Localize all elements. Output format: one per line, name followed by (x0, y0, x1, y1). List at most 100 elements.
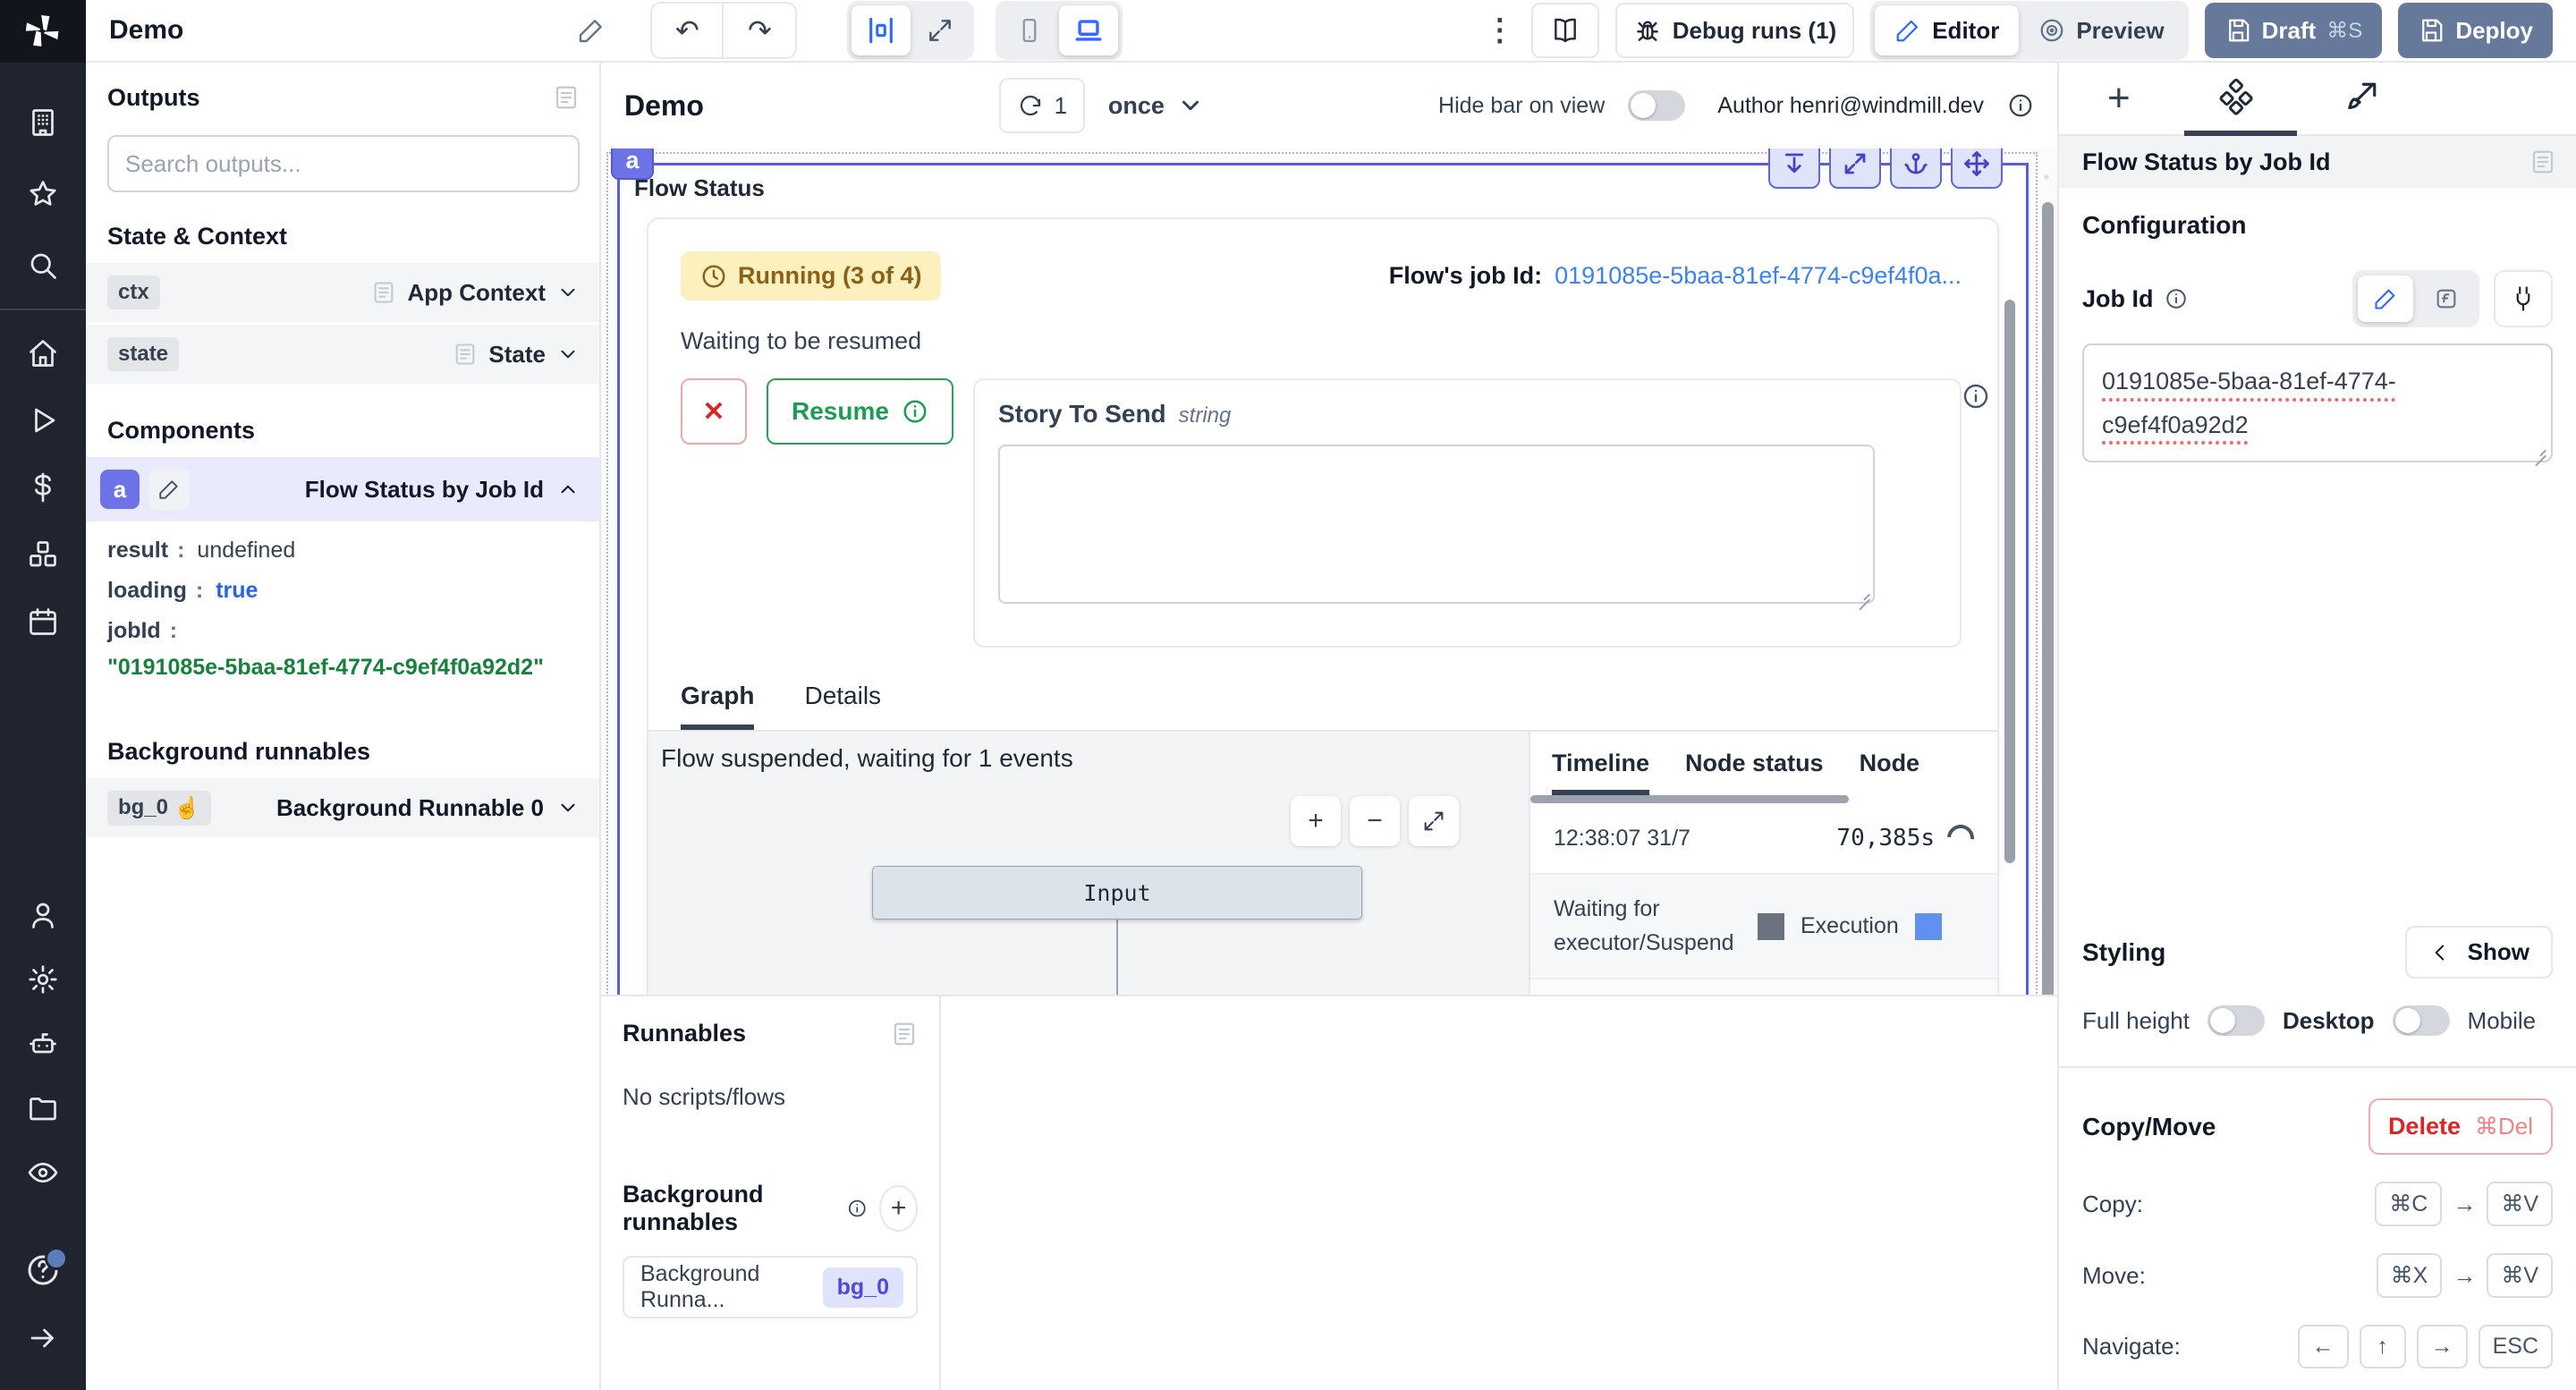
add-background-runnable-button[interactable]: + (879, 1185, 918, 1232)
mobile-view-button[interactable] (1000, 5, 1059, 55)
static-input-pencil-button[interactable] (2358, 275, 2413, 322)
flow-node-input[interactable]: Input (872, 866, 1362, 920)
tab-details[interactable]: Details (804, 682, 881, 730)
component-log-icon[interactable] (2529, 148, 2556, 175)
refresh-count-box[interactable]: 1 (999, 78, 1085, 133)
zoom-out-button[interactable]: − (1350, 796, 1400, 846)
selected-component[interactable]: a Flow Status Running (3 of 4) Flow's jo… (617, 163, 2029, 995)
runnables-log-icon[interactable] (891, 1021, 918, 1047)
editor-middle: Demo 1 once Hide bar on view Author henr… (601, 63, 2057, 1390)
layout-toggle-group (847, 1, 974, 60)
eval-input-fx-button[interactable] (2419, 275, 2474, 322)
flow-status-card: Running (3 of 4) Flow's job Id: 0191085e… (647, 217, 1999, 995)
kebab-menu-icon[interactable]: ⋮ (1485, 13, 1515, 48)
preview-tab[interactable]: Preview (2019, 5, 2183, 55)
job-id-input[interactable]: 0191085e-5baa-81ef-4774- c9ef4f0a92d2 (2082, 343, 2553, 462)
form-info-icon[interactable] (1962, 382, 1990, 411)
insert-component-tab[interactable]: + (2107, 76, 2131, 121)
flow-tabs: Graph Details (648, 648, 1997, 732)
hide-bar-toggle[interactable] (1628, 90, 1685, 121)
state-row[interactable]: state State (86, 325, 599, 384)
move-icon[interactable] (1951, 148, 2003, 189)
component-a-badge: a (100, 470, 140, 509)
debug-runs-button[interactable]: Debug runs (1) (1615, 3, 1854, 58)
background-runnable-item[interactable]: Background Runna... bg_0 (623, 1256, 918, 1318)
flow-job-id-link[interactable]: 0191085e-5baa-81ef-4774-c9ef4f0a... (1555, 262, 1962, 290)
variables-dollar-icon[interactable] (27, 471, 59, 504)
settings-gear-icon[interactable] (27, 963, 59, 996)
audit-eye-icon[interactable] (27, 1157, 59, 1189)
favorites-star-icon[interactable] (27, 178, 59, 210)
canvas-scrollbar[interactable] (2042, 202, 2054, 995)
flow-job-id-label: Flow's job Id: (1389, 262, 1542, 290)
component-scrollbar[interactable] (2004, 300, 2015, 863)
full-height-toggle[interactable] (2207, 1005, 2265, 1036)
component-props: result:undefined loading:true jobId:"019… (86, 521, 599, 702)
workspace-building-icon[interactable] (27, 106, 59, 139)
theme-brush-tab[interactable] (2342, 80, 2379, 117)
schedules-calendar-icon[interactable] (27, 606, 59, 638)
component-settings-tab[interactable] (2216, 79, 2256, 118)
outputs-log-icon[interactable] (553, 84, 580, 111)
delete-button[interactable]: Delete ⌘Del (2368, 1098, 2553, 1155)
tab-node-definition[interactable]: Node (1860, 750, 1920, 795)
edit-id-pencil-icon[interactable] (148, 469, 190, 510)
editor-tab[interactable]: Editor (1875, 5, 2019, 55)
fullwidth-expand-button[interactable] (911, 5, 970, 55)
expand-icon[interactable] (1829, 148, 1881, 189)
redo-button[interactable]: ↷ (724, 4, 795, 57)
bg0-badge: bg_0 (823, 1267, 903, 1308)
app-canvas[interactable]: a Flow Status Running (3 of 4) Flow's jo… (601, 148, 2057, 995)
docs-book-button[interactable] (1531, 3, 1599, 58)
search-icon[interactable] (27, 250, 59, 282)
resize-handle[interactable] (2531, 441, 2549, 459)
desktop-view-button[interactable] (1059, 5, 1118, 55)
home-icon[interactable] (27, 337, 59, 369)
timeline-hscrollbar[interactable] (1530, 795, 1849, 803)
selected-component-header: Flow Status by Job Id (2059, 136, 2576, 188)
flow-graph[interactable]: Flow suspended, waiting for 1 events + −… (648, 732, 1529, 995)
anchor-icon[interactable] (1890, 148, 1942, 189)
zoom-in-button[interactable]: + (1291, 796, 1341, 846)
draft-button[interactable]: Draft⌘S (2205, 3, 2383, 58)
cancel-button[interactable]: ✕ (681, 378, 747, 445)
user-icon[interactable] (27, 899, 59, 931)
deploy-button[interactable]: Deploy (2398, 3, 2553, 58)
kbd-cmd-v: ⌘V (2487, 1182, 2553, 1226)
outputs-search[interactable] (107, 135, 580, 192)
connect-plug-button[interactable] (2494, 270, 2553, 327)
help-icon[interactable] (25, 1252, 61, 1288)
runs-play-icon[interactable] (27, 404, 59, 436)
tab-node-status[interactable]: Node status (1685, 750, 1824, 795)
workers-robot-icon[interactable] (27, 1028, 59, 1060)
search-outputs-input[interactable] (125, 150, 562, 178)
resources-cubes-icon[interactable] (27, 538, 59, 571)
hide-bar-label: Hide bar on view (1438, 93, 1605, 119)
timeline-legend: Waiting for executor/Suspend Execution (1530, 875, 1997, 978)
undo-button[interactable]: ↶ (652, 4, 724, 57)
fit-view-button[interactable] (1409, 796, 1459, 846)
tab-timeline[interactable]: Timeline (1552, 750, 1649, 795)
bg0-row[interactable]: bg_0☝ Background Runnable 0 (86, 778, 599, 837)
collapse-arrow-right-icon[interactable] (27, 1322, 59, 1354)
desktop-toggle[interactable] (2393, 1005, 2450, 1036)
resize-handle[interactable] (1855, 585, 1873, 603)
windmill-logo[interactable] (0, 0, 86, 63)
editor-preview-toggle: Editor Preview (1870, 1, 2188, 60)
component-a-row[interactable]: a Flow Status by Job Id (86, 457, 599, 521)
resume-button[interactable]: Resume (767, 378, 953, 445)
components-heading: Components (86, 386, 599, 457)
form-field-type: string (1179, 403, 1232, 428)
rename-pencil-icon[interactable] (577, 16, 606, 45)
story-to-send-textarea[interactable] (998, 445, 1875, 604)
divider (2059, 1066, 2576, 1068)
folders-icon[interactable] (27, 1092, 59, 1124)
tab-graph[interactable]: Graph (681, 682, 754, 730)
styling-show-button[interactable]: Show (2405, 926, 2553, 979)
anchor-bottom-icon[interactable] (1768, 148, 1820, 189)
refresh-mode-select[interactable]: once (1108, 92, 1204, 120)
centered-layout-button[interactable] (852, 5, 911, 55)
resume-form-panel: Story To Sendstring (973, 378, 1962, 648)
ctx-row[interactable]: ctx App Context (86, 263, 599, 322)
device-toggle-group (996, 1, 1123, 60)
